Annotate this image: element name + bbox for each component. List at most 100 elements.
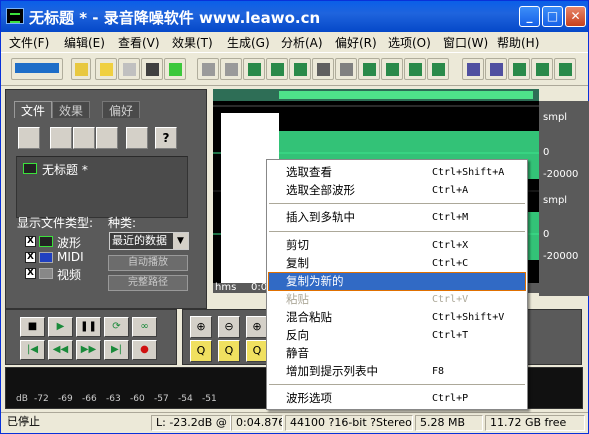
copy-icon[interactable] — [266, 58, 288, 80]
snap-icon[interactable] — [554, 58, 576, 80]
go-start-button[interactable]: |◀ — [20, 340, 45, 360]
midi-type-label: MIDI — [57, 250, 84, 264]
menu-item-silence[interactable]: 静音 — [269, 345, 525, 362]
play-button[interactable]: ▶ — [48, 317, 73, 337]
wave-checkbox[interactable]: X — [25, 236, 36, 247]
zoom-left-icon[interactable]: Q — [190, 340, 212, 362]
new-icon[interactable] — [95, 58, 117, 80]
overview-visible-range[interactable] — [279, 91, 533, 99]
menu-item-paste[interactable]: 粘贴 Ctrl+V — [269, 291, 525, 308]
loop-button[interactable]: ∞ — [132, 317, 157, 337]
menu-item-wave-options[interactable]: 波形选项 Ctrl+P — [269, 390, 525, 407]
tab-files[interactable]: 文件 — [14, 101, 53, 118]
file-item[interactable]: 无标题 * — [42, 161, 88, 178]
zoom-right-icon[interactable]: Q — [218, 340, 240, 362]
time-unit-label: hms — [215, 282, 237, 293]
menu-preferences[interactable]: 偏好(R) — [335, 34, 377, 51]
close-button[interactable]: ✕ — [565, 6, 586, 27]
menu-generate[interactable]: 生成(G) — [227, 34, 270, 51]
status-size: 5.28 MB — [415, 415, 483, 431]
menu-item-add-cue[interactable]: 增加到提示列表中 F8 — [269, 363, 525, 380]
zoom-full-icon[interactable]: ⊕ — [246, 316, 268, 338]
fast-forward-button[interactable]: ▶▶ — [76, 340, 101, 360]
menu-help[interactable]: 帮助(H) — [497, 34, 539, 51]
zero-cross-icon[interactable] — [404, 58, 426, 80]
sort-select[interactable]: 最近的数据 ▼ — [109, 232, 189, 250]
menu-item-copy[interactable]: 复制 Ctrl+C — [269, 255, 525, 272]
list-icon[interactable] — [96, 127, 118, 149]
zoom-icon[interactable] — [508, 58, 530, 80]
trim-icon[interactable] — [381, 58, 403, 80]
menu-item-label: 粘贴 — [286, 292, 309, 306]
menu-item-copy-to-new[interactable]: 复制为新的 — [268, 272, 526, 291]
menu-item-cut[interactable]: 剪切 Ctrl+X — [269, 237, 525, 254]
menu-analyze[interactable]: 分析(A) — [281, 34, 323, 51]
menu-file[interactable]: 文件(F) — [9, 34, 49, 51]
options-icon[interactable] — [126, 127, 148, 149]
menu-effects[interactable]: 效果(T) — [172, 34, 213, 51]
open-icon[interactable] — [118, 58, 140, 80]
record-button[interactable]: ● — [132, 340, 157, 360]
level-tick: -63 — [106, 394, 121, 404]
close-file-icon[interactable] — [50, 127, 72, 149]
minimize-button[interactable]: _ — [519, 6, 540, 27]
save-all-icon[interactable] — [164, 58, 186, 80]
tab-effects[interactable]: 效果 — [52, 101, 91, 118]
menu-separator — [269, 231, 525, 232]
zoom-selection-icon[interactable]: Q — [246, 340, 268, 362]
grid-icon[interactable] — [531, 58, 553, 80]
video-type-label: 视频 — [57, 268, 82, 282]
zoom-out-icon[interactable]: ⊖ — [218, 316, 240, 338]
save-icon[interactable] — [141, 58, 163, 80]
repeat-icon[interactable] — [243, 58, 265, 80]
menu-window[interactable]: 窗口(W) — [443, 34, 488, 51]
go-end-button[interactable]: ▶| — [104, 340, 129, 360]
stop-button[interactable]: ■ — [20, 317, 45, 337]
status-format: 44100 ?16-bit ?Stereo — [285, 415, 413, 431]
status-level: L: -23.2dB @ — [151, 415, 231, 431]
menu-view[interactable]: 查看(V) — [118, 34, 160, 51]
tab-preferences[interactable]: 偏好 — [102, 101, 141, 118]
zoom-in-icon[interactable]: ⊕ — [190, 316, 212, 338]
insert-icon[interactable] — [73, 127, 95, 149]
menu-item-insert-multitrack[interactable]: 插入到多轨中 Ctrl+M — [269, 209, 525, 226]
multitrack-view-icon[interactable] — [71, 58, 91, 80]
chevron-down-icon[interactable]: ▼ — [173, 233, 188, 249]
auto-play-button[interactable]: 自动播放 — [108, 255, 188, 271]
full-path-button[interactable]: 完整路径 — [108, 275, 188, 291]
menu-item-mix-paste[interactable]: 混合粘贴 Ctrl+Shift+V — [269, 309, 525, 326]
video-checkbox[interactable]: X — [25, 268, 36, 279]
spectral-icon[interactable] — [462, 58, 484, 80]
level-tick: -69 — [58, 394, 73, 404]
redo-icon[interactable] — [220, 58, 242, 80]
title-bar[interactable]: 无标题 * - 录音降噪软件 www.leawo.cn _ □ ✕ — [1, 1, 588, 32]
app-window: 无标题 * - 录音降噪软件 www.leawo.cn _ □ ✕ 文件(F) … — [0, 0, 589, 434]
copy-new-icon[interactable] — [289, 58, 311, 80]
open-file-icon[interactable] — [18, 127, 40, 149]
menu-item-label: 波形选项 — [286, 391, 332, 405]
menu-edit[interactable]: 编辑(E) — [64, 34, 105, 51]
menu-item-label: 静音 — [286, 346, 309, 360]
paste-icon[interactable] — [335, 58, 357, 80]
midi-checkbox[interactable]: X — [25, 252, 36, 263]
mix-paste-icon[interactable] — [358, 58, 380, 80]
transport-panel: ■ ▶ ❚❚ ⟳ ∞ |◀ ◀◀ ▶▶ ▶| ● — [5, 309, 177, 365]
undo-icon[interactable] — [197, 58, 219, 80]
overview-bar[interactable] — [213, 89, 539, 101]
pause-button[interactable]: ❚❚ — [76, 317, 101, 337]
level-tick: -57 — [154, 394, 169, 404]
menu-item-select-all[interactable]: 选取全部波形 Ctrl+A — [269, 182, 525, 199]
rewind-button[interactable]: ◀◀ — [48, 340, 73, 360]
amplitude-zero-top: 0 — [543, 147, 550, 158]
play-to-end-button[interactable]: ⟳ — [104, 317, 129, 337]
menu-item-reverse[interactable]: 反向 Ctrl+T — [269, 327, 525, 344]
cut-icon[interactable] — [312, 58, 334, 80]
help-icon[interactable]: ? — [155, 127, 177, 149]
find-beat-icon[interactable] — [427, 58, 449, 80]
waveform-view-icon[interactable] — [11, 58, 63, 80]
maximize-button[interactable]: □ — [542, 6, 563, 27]
menu-options[interactable]: 选项(O) — [388, 34, 431, 51]
edit-icon[interactable] — [485, 58, 507, 80]
menu-item-label: 剪切 — [286, 238, 309, 252]
menu-item-view-selection[interactable]: 选取查看 Ctrl+Shift+A — [269, 164, 525, 181]
